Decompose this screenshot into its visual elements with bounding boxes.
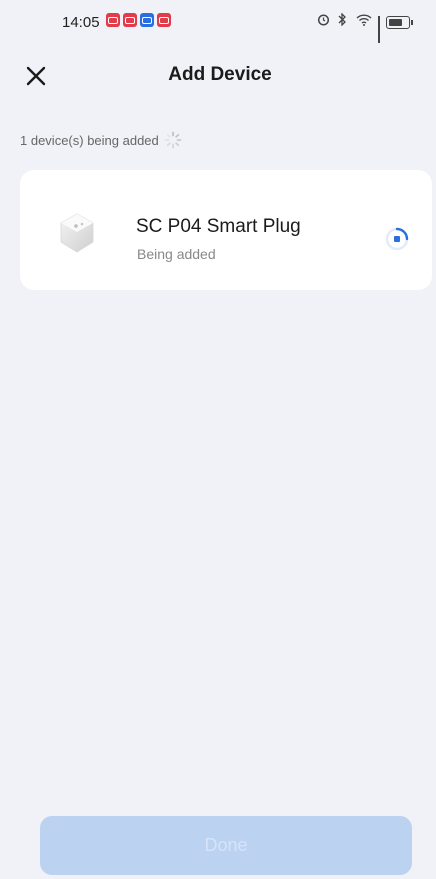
done-button[interactable]: Done: [40, 816, 412, 875]
battery-icon: [386, 15, 413, 29]
adding-progress-icon: [385, 227, 409, 251]
device-card[interactable]: SC P04 Smart Plug Being added: [20, 170, 432, 290]
app-notification-icon: [157, 13, 171, 27]
app-notification-icon: [140, 13, 154, 27]
notification-icons: [106, 13, 171, 27]
status-bar: 14:05: [8, 0, 432, 43]
progress-text: 1 device(s) being added: [20, 132, 159, 148]
header: Add Device: [8, 52, 432, 98]
loading-spinner-icon: [164, 131, 182, 149]
app-notification-icon: [106, 13, 120, 27]
device-name: SC P04 Smart Plug: [136, 216, 301, 237]
smart-plug-icon: [60, 213, 94, 253]
adding-progress: 1 device(s) being added: [20, 131, 182, 149]
device-status: Being added: [137, 246, 216, 262]
phone-screen: 14:05 Add Device 1 device(s) being added…: [8, 0, 432, 879]
wifi-icon: [356, 13, 372, 31]
signal-icon: [378, 16, 380, 43]
app-notification-icon: [123, 13, 137, 27]
system-icons: [317, 12, 413, 43]
page-title: Add Device: [168, 64, 272, 85]
status-time: 14:05: [62, 14, 100, 31]
bluetooth-icon: [336, 12, 350, 31]
alarm-icon: [317, 13, 330, 31]
